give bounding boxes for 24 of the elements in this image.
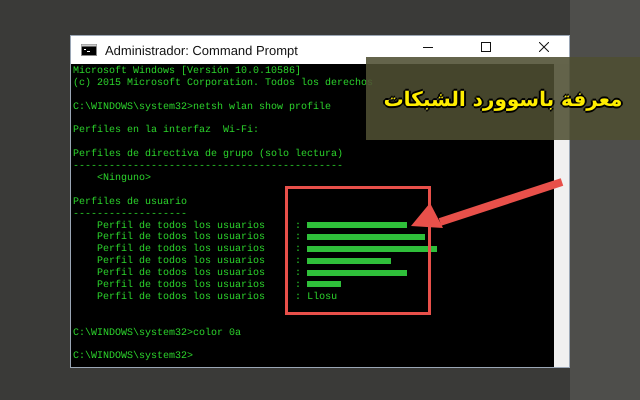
profile-name: Llosu <box>306 292 338 303</box>
console-line: --------------------------------------------- <box>73 161 344 172</box>
console-line: Perfiles de directiva de grupo (solo lectura) <box>73 149 344 162</box>
console-line: Microsoft Windows [Versión 10.0.10586] <box>73 66 302 78</box>
console-line: ------------------- <box>73 208 188 220</box>
console-line: Perfiles de usuario <box>73 196 188 209</box>
close-icon <box>539 42 549 52</box>
console-icon <box>81 44 97 56</box>
console-line: <Ninguno> <box>96 173 152 185</box>
console-line: Perfil de todos los usuarios : <box>96 256 302 268</box>
console-line: Perfil de todos los usuarios : <box>96 244 302 256</box>
maximize-icon <box>481 42 491 52</box>
console-line: C:\WINDOWS\system32>netsh wlan show profile <box>73 102 332 114</box>
console-line: C:\WINDOWS\system32>color 0a <box>73 328 242 340</box>
console-line: Perfiles en la interfaz Wi-Fi: <box>73 125 260 138</box>
console-line: Perfil de todos los usuarios : <box>96 292 302 303</box>
minimize-icon <box>423 46 433 48</box>
console-line: Perfil de todos los usuarios : <box>96 280 302 292</box>
banner-heading: معرفة باسوورد الشبكات <box>384 86 622 112</box>
console-line: Perfil de todos los usuarios : <box>96 268 302 280</box>
console-line: Perfil de todos los usuarios : <box>96 220 302 232</box>
console-line: Perfil de todos los usuarios : <box>96 232 302 244</box>
window-title: Administrador: Command Prompt <box>105 42 299 58</box>
console-line: C:\WINDOWS\system32> <box>73 351 194 364</box>
